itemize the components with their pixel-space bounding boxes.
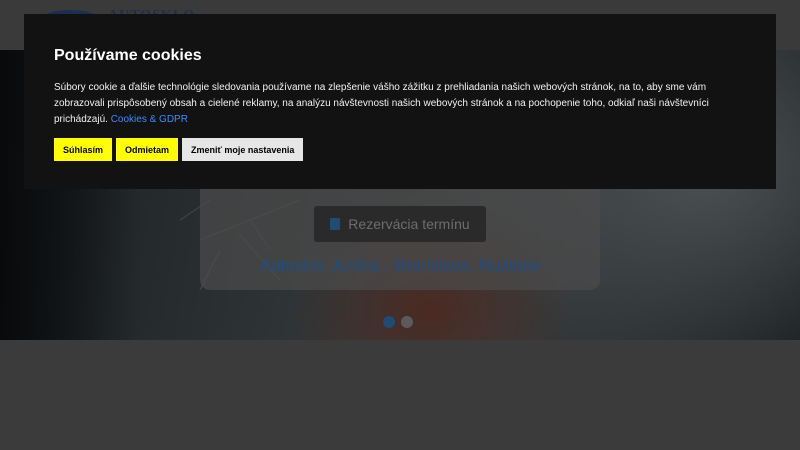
cookies-gdpr-link[interactable]: Cookies & GDPR: [111, 114, 188, 125]
page-content: [0, 340, 800, 450]
reject-button[interactable]: Odmietam: [116, 138, 179, 161]
slider-dot-1[interactable]: [383, 316, 395, 328]
cookie-title: Používame cookies: [54, 47, 202, 64]
slider-dot-2[interactable]: [401, 316, 413, 328]
cookie-buttons: Súhlasím Odmietam Zmeniť moje nastavenia: [54, 138, 746, 161]
cookie-banner: Používame cookies Súbory cookie a ďalšie…: [24, 14, 776, 189]
accept-button[interactable]: Súhlasím: [54, 138, 113, 161]
reservation-button[interactable]: Rezervácia termínu: [314, 206, 486, 242]
reservation-button-label: Rezervácia termínu: [348, 216, 470, 232]
page: AUTOSKLO Rezervácia termínu Autosklo Jur…: [0, 0, 800, 450]
hero-title: Autosklo Jurišta - Bratislava, Ružinov: [259, 256, 541, 275]
change-settings-button[interactable]: Zmeniť moje nastavenia: [182, 138, 304, 161]
cookie-text: Súbory cookie a ďalšie technológie sledo…: [54, 80, 746, 128]
calendar-icon: [330, 218, 341, 230]
slider-dots: [383, 316, 413, 328]
